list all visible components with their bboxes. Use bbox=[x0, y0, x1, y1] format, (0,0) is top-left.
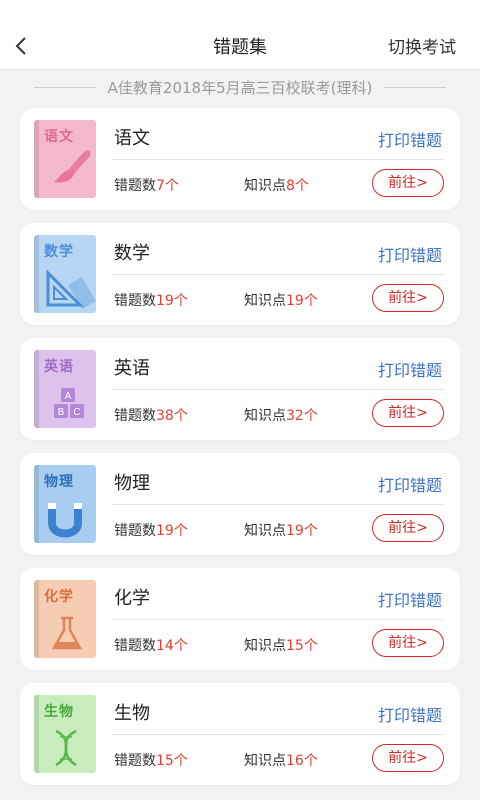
knowledge-point-value: 19个 bbox=[286, 523, 318, 539]
subject-cover-chemistry: 化学 bbox=[34, 580, 96, 658]
goto-button[interactable]: 前往> bbox=[372, 399, 444, 427]
subject-card-chinese[interactable]: 语文 语文 打印错题 错题数7个 知识点8个 前往> bbox=[20, 108, 460, 210]
knowledge-point-count: 知识点16个 bbox=[244, 750, 318, 770]
mistake-count-value: 14个 bbox=[156, 638, 188, 654]
subject-cover-biology: 生物 bbox=[34, 695, 96, 773]
mistake-count-value: 38个 bbox=[156, 408, 188, 424]
print-mistakes-button[interactable]: 打印错题 bbox=[378, 472, 442, 496]
knowledge-point-label: 知识点 bbox=[244, 293, 286, 309]
cover-title: 数学 bbox=[44, 244, 74, 260]
subject-cover-english: A B C 英语 bbox=[34, 350, 96, 428]
knowledge-point-value: 19个 bbox=[286, 293, 318, 309]
subject-cover-chinese: 语文 bbox=[34, 120, 96, 198]
mistake-count-value: 19个 bbox=[156, 293, 188, 309]
subject-card-chemistry[interactable]: 化学 化学 打印错题 错题数14个 知识点15个 前往> bbox=[20, 568, 460, 670]
book-spine bbox=[34, 580, 39, 658]
subject-cover-math: 数学 bbox=[34, 235, 96, 313]
subject-name: 语文 bbox=[114, 128, 150, 149]
knowledge-point-label: 知识点 bbox=[244, 753, 286, 769]
subject-card-physics[interactable]: 物理 物理 打印错题 错题数19个 知识点19个 前往> bbox=[20, 453, 460, 555]
chevron-left-icon bbox=[15, 37, 26, 55]
knowledge-point-value: 16个 bbox=[286, 753, 318, 769]
book-spine bbox=[34, 695, 39, 773]
mistake-count-value: 15个 bbox=[156, 753, 188, 769]
knowledge-point-label: 知识点 bbox=[244, 178, 286, 194]
mistake-count-value: 19个 bbox=[156, 523, 188, 539]
goto-button[interactable]: 前往> bbox=[372, 284, 444, 312]
subject-card-math[interactable]: 数学 数学 打印错题 错题数19个 知识点19个 前往> bbox=[20, 223, 460, 325]
print-mistakes-button[interactable]: 打印错题 bbox=[378, 357, 442, 381]
book-spine bbox=[34, 120, 39, 198]
card-divider bbox=[112, 159, 444, 160]
svg-text:C: C bbox=[73, 407, 80, 418]
goto-button[interactable]: 前往> bbox=[372, 744, 444, 772]
knowledge-point-count: 知识点8个 bbox=[244, 175, 309, 195]
mistake-count-label: 错题数 bbox=[114, 178, 156, 194]
knowledge-point-label: 知识点 bbox=[244, 408, 286, 424]
goto-button[interactable]: 前往> bbox=[372, 514, 444, 542]
card-divider bbox=[112, 389, 444, 390]
subject-name: 物理 bbox=[114, 473, 150, 494]
svg-text:B: B bbox=[58, 407, 65, 418]
mistake-count: 错题数19个 bbox=[114, 520, 188, 540]
mistake-count-label: 错题数 bbox=[114, 293, 156, 309]
cover-title: 语文 bbox=[44, 129, 74, 145]
subject-name: 生物 bbox=[114, 703, 150, 724]
mistake-count: 错题数14个 bbox=[114, 635, 188, 655]
card-divider bbox=[112, 734, 444, 735]
card-divider bbox=[112, 619, 444, 620]
card-divider bbox=[112, 504, 444, 505]
cover-title: 物理 bbox=[44, 474, 74, 490]
cover-title: 生物 bbox=[44, 704, 74, 720]
knowledge-point-label: 知识点 bbox=[244, 638, 286, 654]
mistake-count-label: 错题数 bbox=[114, 408, 156, 424]
mistake-count: 错题数38个 bbox=[114, 405, 188, 425]
mistake-count-label: 错题数 bbox=[114, 638, 156, 654]
goto-button[interactable]: 前往> bbox=[372, 169, 444, 197]
cover-title: 化学 bbox=[44, 589, 74, 605]
print-mistakes-button[interactable]: 打印错题 bbox=[378, 127, 442, 151]
print-mistakes-button[interactable]: 打印错题 bbox=[378, 242, 442, 266]
exam-name-banner: A佳教育2018年5月高三百校联考(理科) bbox=[34, 76, 446, 98]
book-spine bbox=[34, 235, 39, 313]
subject-name: 化学 bbox=[114, 588, 150, 609]
divider-left bbox=[34, 86, 96, 88]
mistake-count: 错题数15个 bbox=[114, 750, 188, 770]
book-spine bbox=[34, 350, 39, 428]
cover-title: 英语 bbox=[44, 359, 74, 375]
switch-exam-button[interactable]: 切换考试 bbox=[388, 33, 456, 58]
knowledge-point-count: 知识点19个 bbox=[244, 290, 318, 310]
print-mistakes-button[interactable]: 打印错题 bbox=[378, 587, 442, 611]
knowledge-point-count: 知识点15个 bbox=[244, 635, 318, 655]
knowledge-point-count: 知识点32个 bbox=[244, 405, 318, 425]
knowledge-point-value: 32个 bbox=[286, 408, 318, 424]
card-divider bbox=[112, 274, 444, 275]
subject-card-english[interactable]: A B C 英语 英语 打印错题 错题数38个 知识点32个 前往> bbox=[20, 338, 460, 440]
svg-text:A: A bbox=[65, 391, 72, 402]
mistake-count-label: 错题数 bbox=[114, 753, 156, 769]
subject-card-biology[interactable]: 生物 生物 打印错题 错题数15个 知识点16个 前往> bbox=[20, 683, 460, 785]
goto-button[interactable]: 前往> bbox=[372, 629, 444, 657]
mistake-count-label: 错题数 bbox=[114, 523, 156, 539]
knowledge-point-value: 15个 bbox=[286, 638, 318, 654]
top-bar: 错题集 切换考试 bbox=[0, 0, 480, 70]
divider-right bbox=[384, 86, 446, 88]
subject-cover-physics: 物理 bbox=[34, 465, 96, 543]
exam-name: A佳教育2018年5月高三百校联考(理科) bbox=[107, 78, 373, 97]
mistake-count-value: 7个 bbox=[156, 178, 179, 194]
back-button[interactable] bbox=[10, 32, 32, 60]
knowledge-point-label: 知识点 bbox=[244, 523, 286, 539]
knowledge-point-count: 知识点19个 bbox=[244, 520, 318, 540]
print-mistakes-button[interactable]: 打印错题 bbox=[378, 702, 442, 726]
subject-name: 英语 bbox=[114, 358, 150, 379]
subject-name: 数学 bbox=[114, 243, 150, 264]
book-spine bbox=[34, 465, 39, 543]
knowledge-point-value: 8个 bbox=[286, 178, 309, 194]
mistake-count: 错题数7个 bbox=[114, 175, 179, 195]
mistake-count: 错题数19个 bbox=[114, 290, 188, 310]
